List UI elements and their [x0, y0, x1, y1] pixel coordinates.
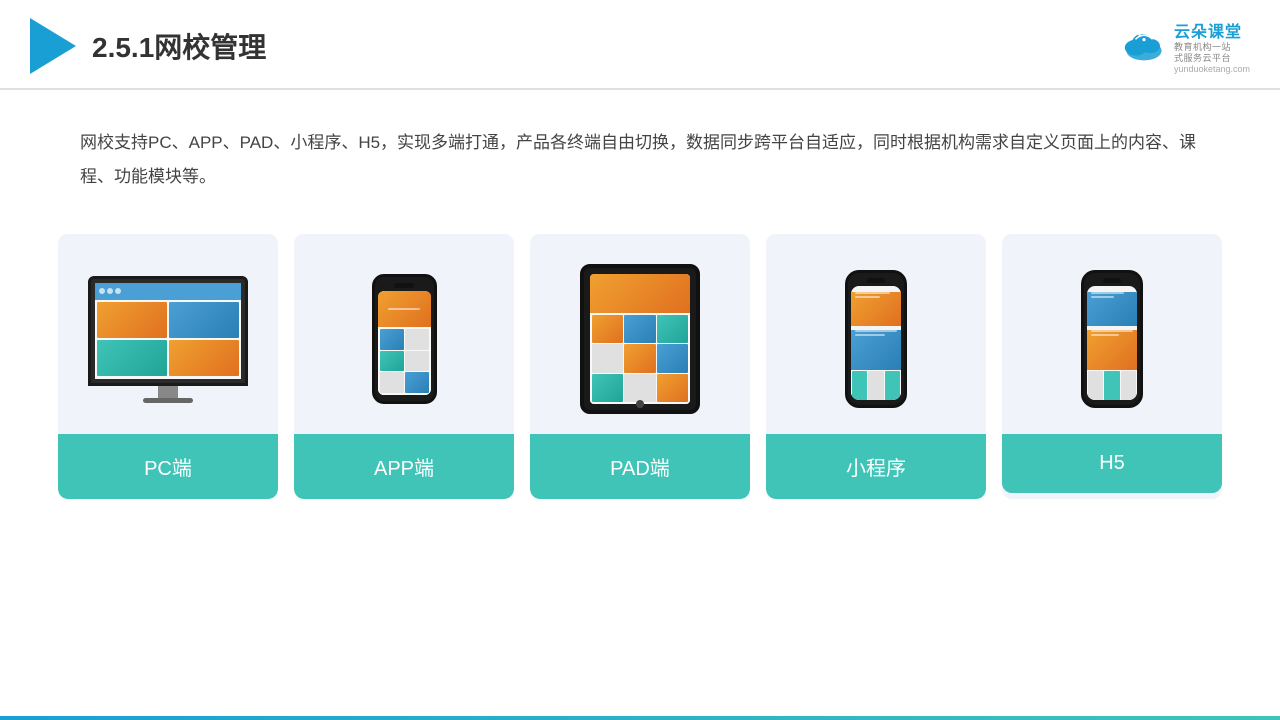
card-pc-image — [58, 234, 278, 434]
logo-triangle-icon — [30, 18, 76, 74]
brand-name: 云朵课堂 — [1174, 18, 1242, 42]
cards-container: PC端 — [0, 194, 1280, 499]
brand-text: 云朵课堂 教育机构一站 式服务云平台 yunduoketang.com — [1174, 18, 1250, 74]
card-h5: H5 — [1002, 234, 1222, 499]
page-title-text: 2.5.1网校管理 — [92, 32, 266, 63]
pc-monitor-icon — [83, 276, 253, 416]
card-pc-label: PC端 — [58, 434, 278, 499]
card-h5-label: H5 — [1002, 434, 1222, 493]
brand-logo: 云朵课堂 教育机构一站 式服务云平台 yunduoketang.com — [1120, 18, 1250, 74]
card-h5-image — [1002, 234, 1222, 434]
page-title: 2.5.1网校管理 — [92, 26, 266, 66]
card-pad-label: PAD端 — [530, 434, 750, 499]
tablet-icon — [580, 264, 700, 414]
cloud-brand-icon — [1120, 28, 1168, 64]
brand-url: yunduoketang.com — [1174, 64, 1250, 74]
card-pad-image — [530, 234, 750, 434]
card-pc: PC端 — [58, 234, 278, 499]
card-miniprogram: 小程序 — [766, 234, 986, 499]
card-app: APP端 — [294, 234, 514, 499]
header: 2.5.1网校管理 云朵课堂 教育机构一站 式服务云平台 yunduoketan… — [0, 0, 1280, 90]
card-miniprogram-image — [766, 234, 986, 434]
card-app-image — [294, 234, 514, 434]
card-pad: PAD端 — [530, 234, 750, 499]
phone-h5-icon — [1081, 270, 1143, 408]
phone-miniprogram-icon — [845, 270, 907, 408]
card-miniprogram-label: 小程序 — [766, 434, 986, 499]
brand-sub2: 式服务云平台 — [1174, 53, 1231, 64]
phone-app-icon — [372, 274, 437, 404]
header-left: 2.5.1网校管理 — [30, 18, 266, 74]
card-app-label: APP端 — [294, 434, 514, 499]
description-text: 网校支持PC、APP、PAD、小程序、H5，实现多端打通，产品各终端自由切换，数… — [0, 90, 1280, 194]
header-right: 云朵课堂 教育机构一站 式服务云平台 yunduoketang.com — [1120, 18, 1250, 74]
description-paragraph: 网校支持PC、APP、PAD、小程序、H5，实现多端打通，产品各终端自由切换，数… — [80, 126, 1200, 194]
bottom-bar — [0, 716, 1280, 720]
brand-sub1: 教育机构一站 — [1174, 42, 1231, 53]
